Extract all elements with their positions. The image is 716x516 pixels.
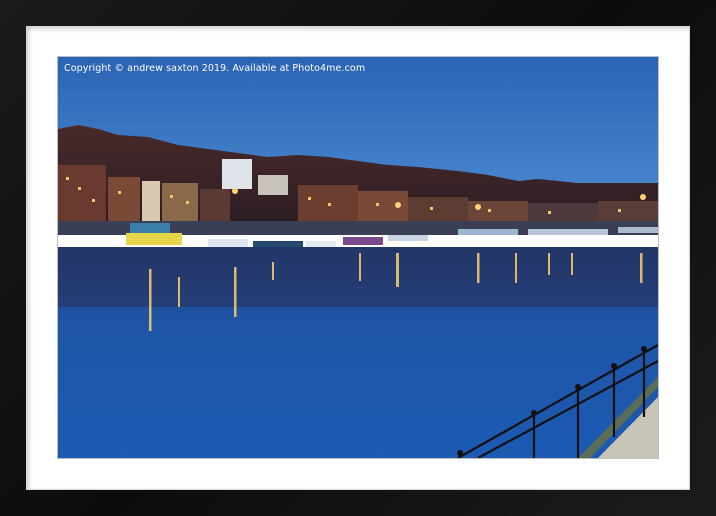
harbour-night-scene: [58, 57, 658, 458]
copyright-watermark: Copyright © andrew saxton 2019. Availabl…: [64, 63, 366, 74]
harbour-photo: Copyright © andrew saxton 2019. Availabl…: [58, 57, 658, 458]
